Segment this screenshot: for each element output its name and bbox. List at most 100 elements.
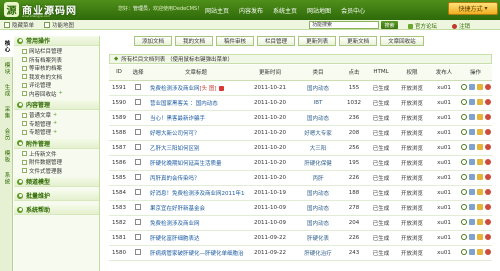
cell-title[interactable]: 丙肝真的会传染吗？: [147, 170, 245, 186]
function-map-option[interactable]: 功能地图: [44, 21, 74, 29]
edit-icon[interactable]: [468, 83, 475, 90]
vtab-collect[interactable]: 采集: [0, 102, 13, 123]
article-title-link[interactable]: 肝硬化晚期如何延高生活质量: [150, 161, 222, 167]
sidebar-section-content[interactable]: 内容管理: [14, 100, 99, 110]
cell-category[interactable]: 好嗯大专家: [295, 125, 341, 141]
cell-select[interactable]: [129, 125, 147, 141]
article-title-link[interactable]: 免费检测涉及商业网: [150, 86, 200, 92]
sidebar-section-help[interactable]: 系统帮助: [14, 205, 99, 215]
delete-icon[interactable]: [484, 203, 491, 210]
edit-icon[interactable]: [468, 113, 475, 120]
sidebar-item-attachment-data[interactable]: 附件数据管理: [14, 158, 99, 167]
preview-icon[interactable]: [460, 203, 467, 210]
recycle-bin-button[interactable]: 文章回收站: [380, 36, 424, 46]
my-documents-button[interactable]: 我的文档: [175, 36, 214, 46]
cell-title[interactable]: 免费检测涉及商业网: [147, 215, 245, 231]
sidebar-item-column-manage[interactable]: 网站栏目管理: [14, 47, 99, 56]
sidebar-item-articles[interactable]: 普通文章 +: [14, 111, 99, 120]
cell-category[interactable]: 肝硬化保健: [295, 155, 341, 171]
row-checkbox[interactable]: [135, 158, 141, 165]
row-checkbox[interactable]: [135, 143, 141, 150]
update-list-button[interactable]: 更新列表: [298, 36, 337, 46]
cell-title[interactable]: 肝硬化晚期如何延高生活质量: [147, 155, 245, 171]
cell-category[interactable]: 肝硬化表: [295, 230, 341, 246]
col-header-updated[interactable]: 更新时间: [245, 65, 295, 81]
quick-shortcuts-button[interactable]: 快捷方式: [448, 2, 498, 15]
move-icon[interactable]: [476, 248, 483, 255]
cell-title[interactable]: 果京宜在好肝新基金会: [147, 200, 245, 216]
article-title-link[interactable]: 丙肝真的会传染吗？: [150, 176, 200, 182]
update-documents-button[interactable]: 更新文档: [339, 36, 378, 46]
table-row[interactable]: 1587 乙肝大三阳如何区别 2011-10-20 大三阳 256 已生成 开放浏览 xu01: [109, 140, 492, 156]
table-row[interactable]: 1581 肝硬化富肝细胞表达 2011-09-22 肝硬化表 226 已生成 开放浏览 xu0…: [109, 230, 492, 246]
nav-content-publish[interactable]: 内容发布: [234, 3, 268, 18]
move-icon[interactable]: [476, 113, 483, 120]
edit-icon[interactable]: [468, 233, 475, 240]
cell-category[interactable]: 国内动态: [295, 80, 341, 96]
table-row[interactable]: 1590 营业国家黑客关 ：国内动态 2011-10-20 IBT 1032 已生成 开放浏…: [109, 95, 492, 111]
edit-icon[interactable]: [468, 188, 475, 195]
row-checkbox[interactable]: [135, 218, 141, 225]
move-icon[interactable]: [476, 173, 483, 180]
table-row[interactable]: 1591 免费检测涉及商业网[头 图] 2011-10-21 国内动态 155 已生成 开放…: [109, 80, 492, 96]
delete-icon[interactable]: [484, 158, 491, 165]
cell-title[interactable]: 肝病病管家破肝硬化—肝硬化单细胞治: [147, 245, 245, 261]
plus-icon[interactable]: +: [53, 129, 58, 135]
vtab-system[interactable]: 系统: [0, 168, 13, 189]
cell-title[interactable]: 乙肝大三阳如何区别: [147, 140, 245, 156]
col-header-clicks[interactable]: 点击: [341, 65, 367, 81]
review-button[interactable]: 稿件审核: [216, 36, 255, 46]
article-title-link[interactable]: 好嗯大新公司何可？: [150, 131, 200, 137]
row-checkbox[interactable]: [135, 113, 141, 120]
col-header-id[interactable]: ID: [109, 65, 129, 81]
move-icon[interactable]: [476, 98, 483, 105]
table-row[interactable]: 1584 好消息！免费检测涉及商业网2011年10月2日[图]2011-10-19…: [109, 185, 492, 201]
cell-select[interactable]: [129, 170, 147, 186]
preview-icon[interactable]: [460, 233, 467, 240]
sidebar-item-specials[interactable]: 专题管理 +: [14, 120, 99, 129]
edit-icon[interactable]: [468, 248, 475, 255]
delete-icon[interactable]: [484, 113, 491, 120]
sidebar-item-file-manager[interactable]: 文件式管理器: [14, 167, 99, 176]
preview-icon[interactable]: [460, 113, 467, 120]
article-title-link[interactable]: 乙肝大三阳如何区别: [150, 146, 200, 152]
cell-select[interactable]: [129, 95, 147, 111]
cell-title[interactable]: 营业国家黑客关 ：国内动态: [147, 95, 245, 111]
table-row[interactable]: 1583 果京宜在好肝新基金会 2011-10-09 国内动态 278 已生成 开放浏览 xu…: [109, 200, 492, 216]
cell-select[interactable]: [129, 110, 147, 126]
table-row[interactable]: 1588 好嗯大新公司何可？ 2011-10-20 好嗯大专家 208 已生成 开放浏览 xu…: [109, 125, 492, 141]
nav-system-home[interactable]: 系统主页: [268, 3, 302, 18]
function-map-checkbox[interactable]: [44, 22, 50, 28]
edit-icon[interactable]: [468, 143, 475, 150]
cell-select[interactable]: [129, 80, 147, 96]
delete-icon[interactable]: [484, 188, 491, 195]
move-icon[interactable]: [476, 233, 483, 240]
plus-icon[interactable]: +: [59, 91, 64, 96]
move-icon[interactable]: [476, 158, 483, 165]
preview-icon[interactable]: [460, 143, 467, 150]
cell-select[interactable]: [129, 200, 147, 216]
delete-icon[interactable]: [484, 248, 491, 255]
row-checkbox[interactable]: [135, 203, 141, 210]
delete-icon[interactable]: [484, 143, 491, 150]
search-button[interactable]: 搜索: [381, 21, 398, 29]
move-icon[interactable]: [476, 218, 483, 225]
cell-category[interactable]: 国内动态: [295, 200, 341, 216]
vtab-templates[interactable]: 模板: [0, 146, 13, 167]
delete-icon[interactable]: [484, 173, 491, 180]
article-title-link[interactable]: 果京宜在好肝新基金会: [150, 206, 205, 212]
article-title-link[interactable]: 肝硬化富肝细胞表达: [150, 236, 200, 242]
cell-category[interactable]: 丙肝: [295, 170, 341, 186]
cell-category[interactable]: IBT: [295, 95, 341, 111]
nav-site-map[interactable]: 网站地图: [302, 3, 336, 18]
preview-icon[interactable]: [460, 98, 467, 105]
cell-category[interactable]: 肝硬化治疗: [295, 245, 341, 261]
row-checkbox[interactable]: [135, 233, 141, 240]
article-title-link[interactable]: 好消息！免费检测涉及商业网2011年10月2日: [150, 191, 245, 197]
preview-icon[interactable]: [460, 218, 467, 225]
row-checkbox[interactable]: [135, 98, 141, 105]
move-icon[interactable]: [476, 143, 483, 150]
add-document-button[interactable]: 添加文档: [134, 36, 173, 46]
cell-select[interactable]: [129, 215, 147, 231]
vtab-modules[interactable]: 模块: [0, 58, 13, 79]
